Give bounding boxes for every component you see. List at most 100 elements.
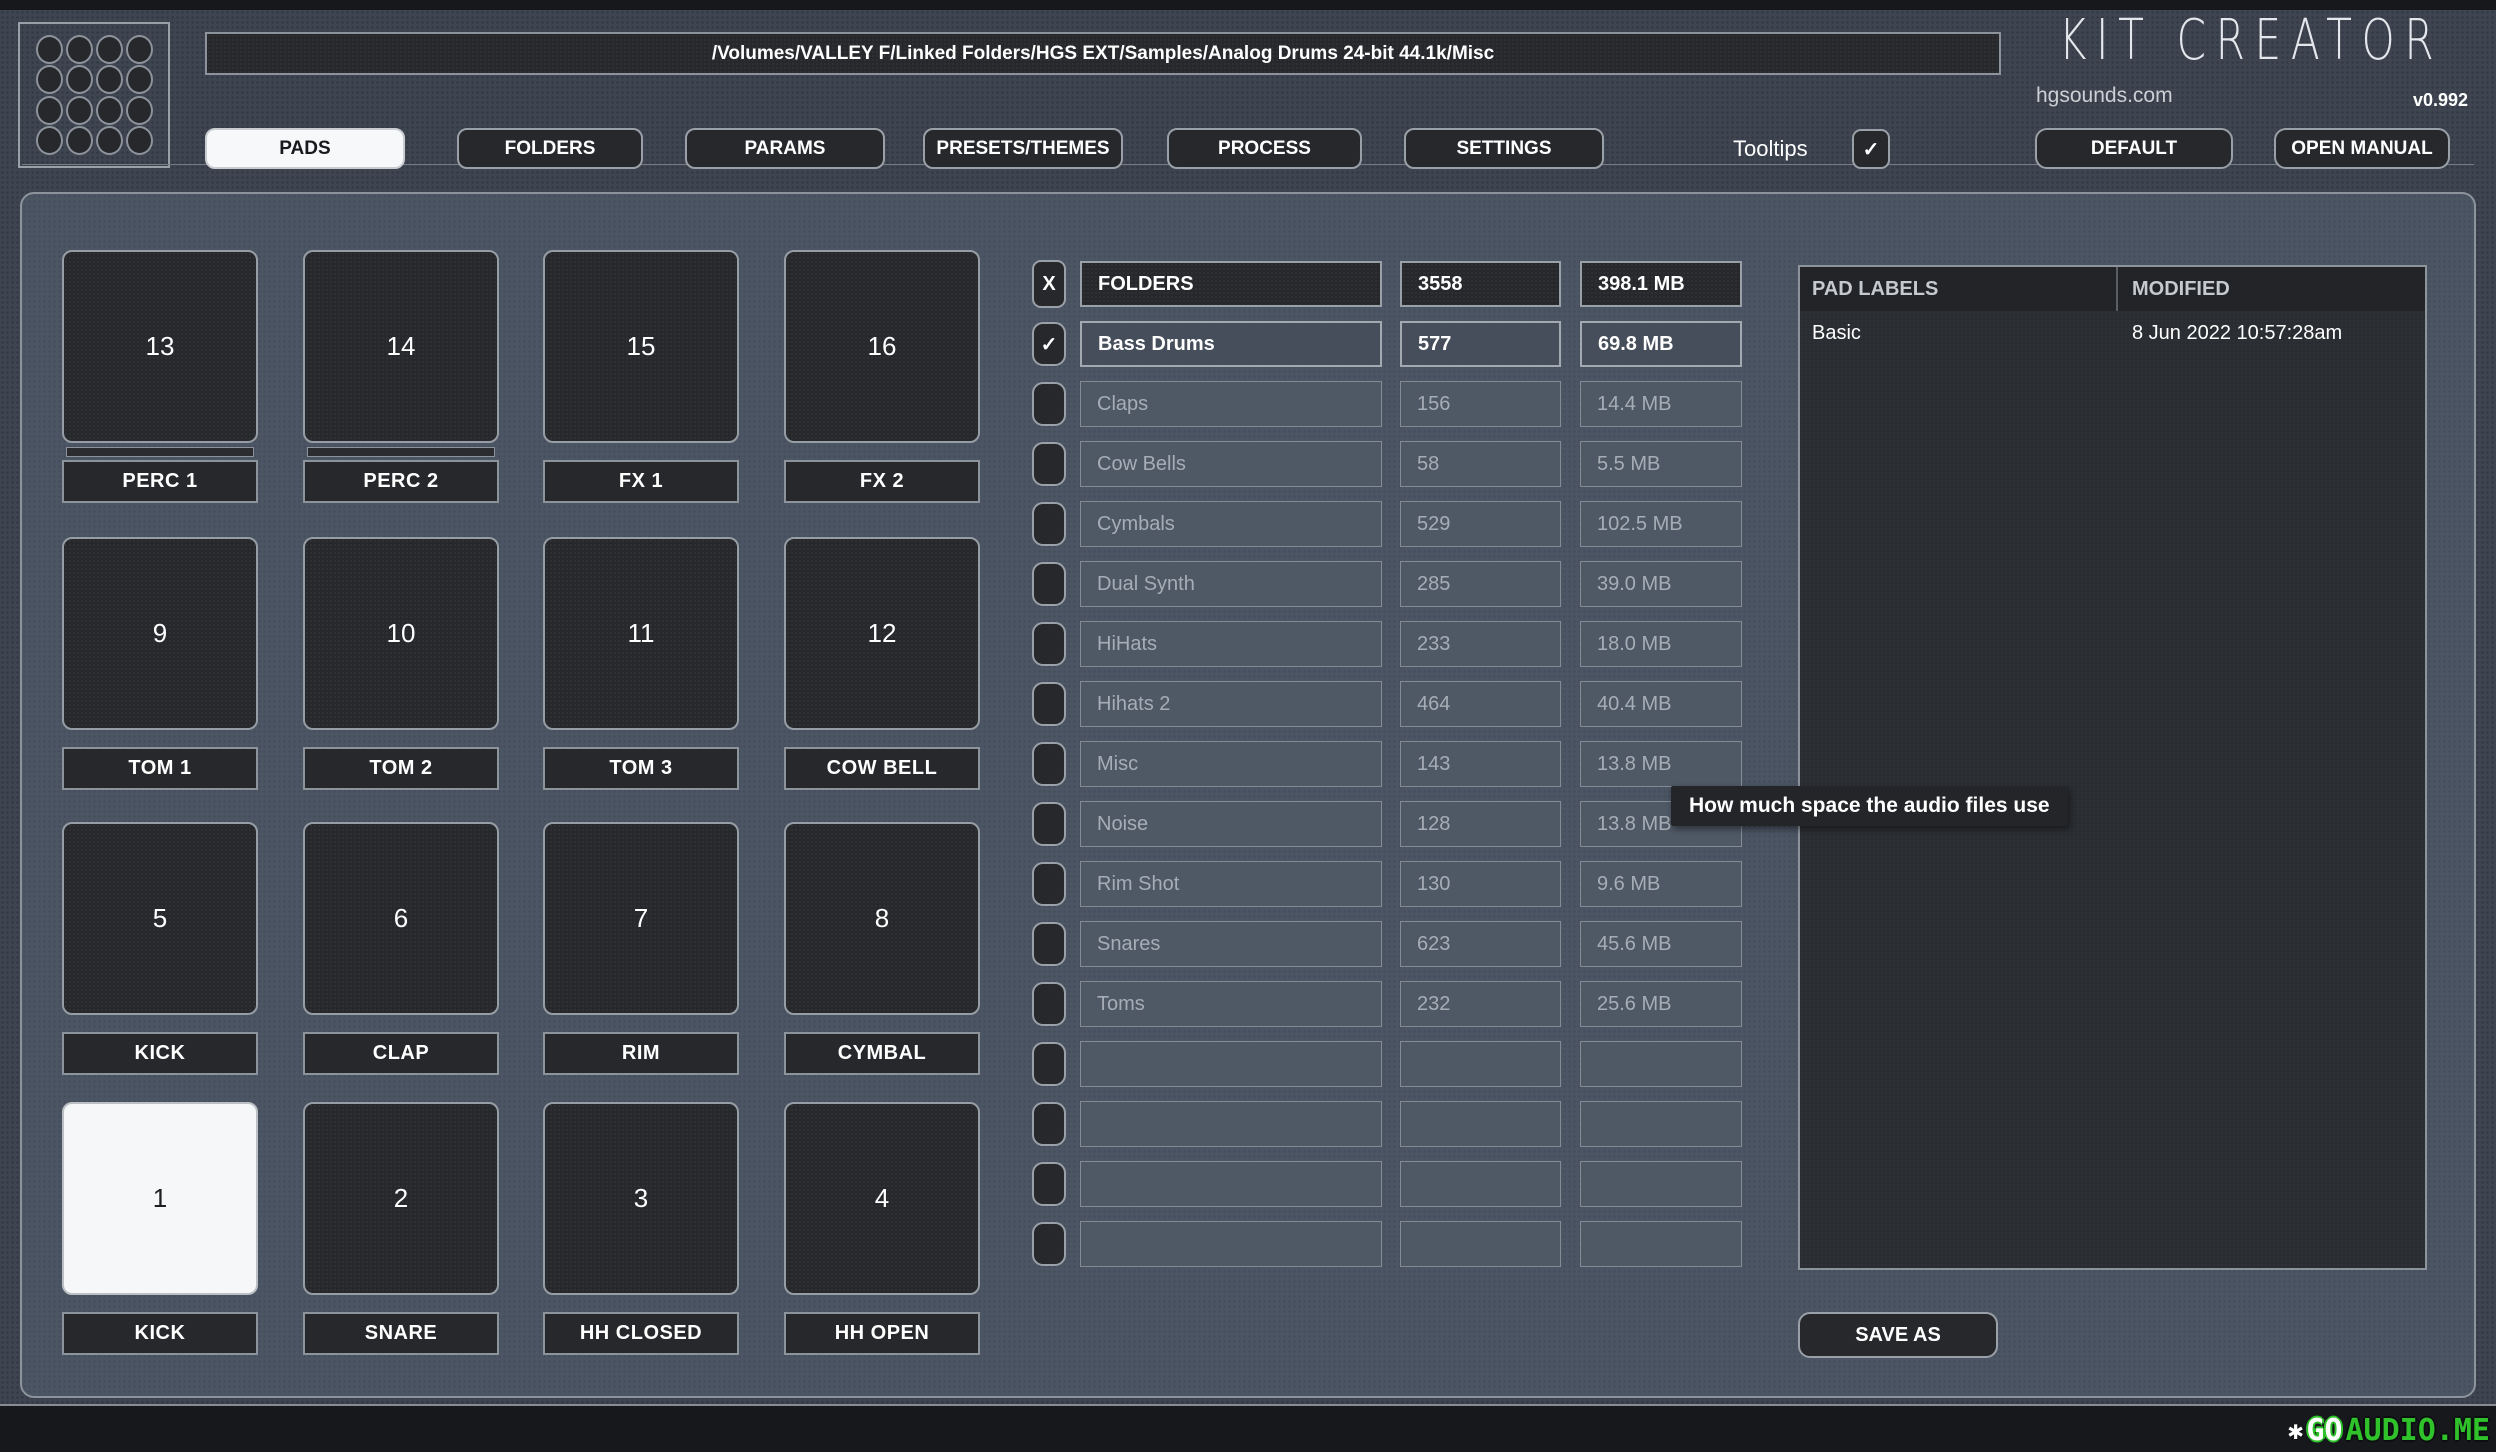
save-as-button[interactable]: SAVE AS <box>1798 1312 1998 1358</box>
pad-12[interactable]: 12 <box>784 537 980 730</box>
folder-row: Cow Bells585.5 MB <box>1032 441 1742 487</box>
tab-pads[interactable]: PADS <box>205 128 405 169</box>
folder-checkbox[interactable] <box>1032 1102 1066 1146</box>
folder-name[interactable]: Cymbals <box>1080 501 1382 547</box>
logo-dot <box>126 96 153 125</box>
tab-folders[interactable]: FOLDERS <box>457 128 643 169</box>
folder-size: 25.6 MB <box>1580 981 1742 1027</box>
folder-size: 13.8 MB <box>1580 741 1742 787</box>
pad-10[interactable]: 10 <box>303 537 499 730</box>
logo-dot <box>36 96 63 125</box>
folder-name[interactable]: Hihats 2 <box>1080 681 1382 727</box>
folder-checkbox[interactable] <box>1032 922 1066 966</box>
pad-2[interactable]: 2 <box>303 1102 499 1295</box>
current-path-display[interactable]: /Volumes/VALLEY F/Linked Folders/HGS EXT… <box>205 32 2001 75</box>
folder-row: Misc14313.8 MB <box>1032 741 1742 787</box>
pad-label[interactable]: TOM 3 <box>543 747 739 790</box>
pad-labels-header: PAD LABELS MODIFIED <box>1800 267 2425 311</box>
tab-params[interactable]: PARAMS <box>685 128 885 169</box>
pad-4[interactable]: 4 <box>784 1102 980 1295</box>
pad-label[interactable]: FX 2 <box>784 460 980 503</box>
pad-label[interactable]: CLAP <box>303 1032 499 1075</box>
pad-5[interactable]: 5 <box>62 822 258 1015</box>
pad-number: 7 <box>634 903 648 934</box>
folder-checkbox[interactable] <box>1032 442 1066 486</box>
pad-label[interactable]: TOM 1 <box>62 747 258 790</box>
folder-checkbox[interactable] <box>1032 382 1066 426</box>
folder-checkbox[interactable] <box>1032 802 1066 846</box>
folder-checkbox[interactable] <box>1032 1042 1066 1086</box>
pad-6[interactable]: 6 <box>303 822 499 1015</box>
pad-1[interactable]: 1 <box>62 1102 258 1295</box>
pad-11[interactable]: 11 <box>543 537 739 730</box>
pad-3[interactable]: 3 <box>543 1102 739 1295</box>
pad-label[interactable]: FX 1 <box>543 460 739 503</box>
folders-header-name: FOLDERS <box>1080 261 1382 307</box>
pad-label[interactable]: PERC 1 <box>62 460 258 503</box>
folder-size: 18.0 MB <box>1580 621 1742 667</box>
folder-name[interactable]: HiHats <box>1080 621 1382 667</box>
pad-8[interactable]: 8 <box>784 822 980 1015</box>
folder-name[interactable]: Claps <box>1080 381 1382 427</box>
pad-label[interactable]: SNARE <box>303 1312 499 1355</box>
open-manual-button[interactable]: OPEN MANUAL <box>2274 128 2450 169</box>
folder-size: 9.6 MB <box>1580 861 1742 907</box>
pad-label[interactable]: KICK <box>62 1032 258 1075</box>
clear-selection-button[interactable]: X <box>1032 260 1066 308</box>
folder-size: 45.6 MB <box>1580 921 1742 967</box>
folder-name[interactable]: Dual Synth <box>1080 561 1382 607</box>
folder-name[interactable] <box>1080 1221 1382 1267</box>
pad-label[interactable]: RIM <box>543 1032 739 1075</box>
folder-count: 464 <box>1400 681 1561 727</box>
logo-dot <box>66 65 93 94</box>
pad-label[interactable]: TOM 2 <box>303 747 499 790</box>
folder-name[interactable] <box>1080 1161 1382 1207</box>
tab-process[interactable]: PROCESS <box>1167 128 1362 169</box>
folder-checkbox[interactable]: ✓ <box>1032 322 1066 366</box>
pad-label[interactable]: PERC 2 <box>303 460 499 503</box>
folder-checkbox[interactable] <box>1032 682 1066 726</box>
tab-presets-themes[interactable]: PRESETS/THEMES <box>923 128 1123 169</box>
pad-label[interactable]: HH OPEN <box>784 1312 980 1355</box>
folder-name[interactable]: Rim Shot <box>1080 861 1382 907</box>
default-button[interactable]: DEFAULT <box>2035 128 2233 169</box>
pad-number: 4 <box>875 1183 889 1214</box>
folder-name[interactable]: Bass Drums <box>1080 321 1382 367</box>
pad-label[interactable]: COW BELL <box>784 747 980 790</box>
folder-count: 232 <box>1400 981 1561 1027</box>
pad-label-row[interactable]: Basic8 Jun 2022 10:57:28am <box>1800 311 2425 355</box>
pad-13[interactable]: 13 <box>62 250 258 443</box>
folder-name[interactable]: Noise <box>1080 801 1382 847</box>
pad-label[interactable]: CYMBAL <box>784 1032 980 1075</box>
folder-name[interactable]: Toms <box>1080 981 1382 1027</box>
pad-number: 12 <box>868 618 897 649</box>
folder-checkbox[interactable] <box>1032 1162 1066 1206</box>
pad-15[interactable]: 15 <box>543 250 739 443</box>
folder-size: 39.0 MB <box>1580 561 1742 607</box>
folder-checkbox[interactable] <box>1032 562 1066 606</box>
folder-name[interactable] <box>1080 1101 1382 1147</box>
folder-name[interactable]: Cow Bells <box>1080 441 1382 487</box>
folder-checkbox[interactable] <box>1032 622 1066 666</box>
folder-name[interactable]: Misc <box>1080 741 1382 787</box>
folder-checkbox[interactable] <box>1032 502 1066 546</box>
logo-dot <box>126 35 153 64</box>
pad-9[interactable]: 9 <box>62 537 258 730</box>
folder-row: Noise12813.8 MB <box>1032 801 1742 847</box>
tooltips-checkbox[interactable]: ✓ <box>1852 129 1890 169</box>
tab-settings[interactable]: SETTINGS <box>1404 128 1604 169</box>
folder-checkbox[interactable] <box>1032 862 1066 906</box>
pad-16[interactable]: 16 <box>784 250 980 443</box>
folder-checkbox[interactable] <box>1032 1222 1066 1266</box>
pad-14[interactable]: 14 <box>303 250 499 443</box>
pad-label[interactable]: KICK <box>62 1312 258 1355</box>
folders-header-row: XFOLDERS3558398.1 MB <box>1032 261 1742 307</box>
folder-size <box>1580 1221 1742 1267</box>
folder-name[interactable]: Snares <box>1080 921 1382 967</box>
pad-7[interactable]: 7 <box>543 822 739 1015</box>
pad-label[interactable]: HH CLOSED <box>543 1312 739 1355</box>
folder-checkbox[interactable] <box>1032 982 1066 1026</box>
folder-size: 5.5 MB <box>1580 441 1742 487</box>
folder-checkbox[interactable] <box>1032 742 1066 786</box>
folder-name[interactable] <box>1080 1041 1382 1087</box>
